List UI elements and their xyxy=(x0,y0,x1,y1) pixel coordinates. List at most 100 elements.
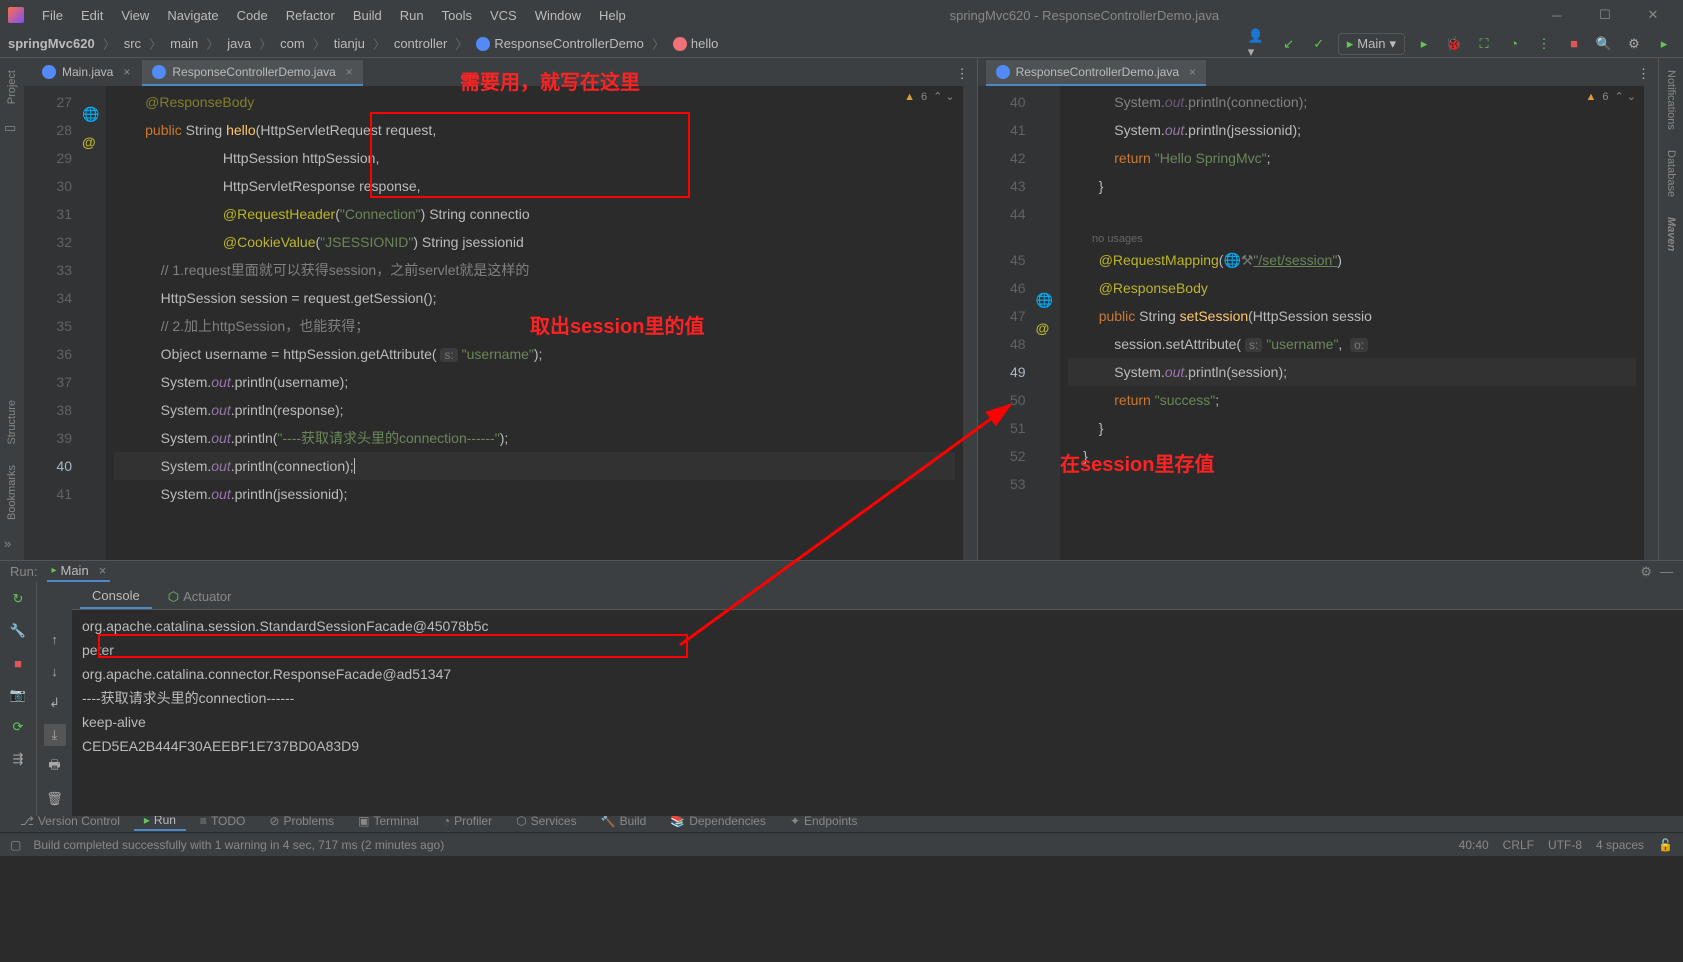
tool-windows-icon[interactable]: ▢ xyxy=(10,838,21,852)
close-icon[interactable]: × xyxy=(123,65,130,79)
readonly-icon[interactable]: 🔓 xyxy=(1658,838,1673,852)
edit-config-button[interactable]: 🔧 xyxy=(7,620,29,642)
scroll-up-button[interactable]: ↑ xyxy=(44,628,66,650)
scroll-to-end-button[interactable]: ⤓ xyxy=(44,724,66,746)
tab-responsecontrollerdemo-r[interactable]: ResponseControllerDemo.java × xyxy=(986,60,1206,86)
sidebar-notifications[interactable]: Notifications xyxy=(1663,66,1679,134)
soft-wrap-button[interactable]: ↲ xyxy=(44,692,66,714)
run-anything-icon[interactable]: ▸ xyxy=(1653,33,1675,55)
scroll-down-button[interactable]: ↓ xyxy=(44,660,66,682)
window-title: springMvc620 - ResponseControllerDemo.ja… xyxy=(634,8,1535,23)
close-icon[interactable]: × xyxy=(346,65,353,79)
menu-help[interactable]: Help xyxy=(591,4,634,27)
sidebar-bookmarks[interactable]: Bookmarks xyxy=(4,461,20,524)
breadcrumb-item[interactable]: springMvc620 xyxy=(8,36,95,51)
tab-label: ResponseControllerDemo.java xyxy=(172,65,335,79)
code-content[interactable]: System.out.println(connection); System.o… xyxy=(1060,86,1644,560)
menu-edit[interactable]: Edit xyxy=(73,4,111,27)
folder-icon[interactable]: ▭ xyxy=(4,120,20,136)
async-icon[interactable]: ⟳ xyxy=(7,716,29,738)
print-button[interactable]: 🖶 xyxy=(44,756,66,778)
vcs-update-icon[interactable]: ↙ xyxy=(1278,33,1300,55)
code-editor-left[interactable]: ▲6 ⌃ ⌄ 272829303132333435363738394041 🌐@… xyxy=(24,86,977,560)
more-button[interactable]: ⋮ xyxy=(1533,33,1555,55)
search-everywhere-icon[interactable]: 🔍 xyxy=(1593,33,1615,55)
scrollbar[interactable] xyxy=(1644,86,1658,560)
line-separator[interactable]: CRLF xyxy=(1503,838,1534,852)
rerun-button[interactable]: ↻ xyxy=(7,588,29,610)
vcs-commit-icon[interactable]: ✓ xyxy=(1308,33,1330,55)
encoding[interactable]: UTF-8 xyxy=(1548,838,1582,852)
breadcrumb-item[interactable]: com xyxy=(280,36,305,51)
profile-button[interactable]: ◔ xyxy=(1503,33,1525,55)
menu-vcs[interactable]: VCS xyxy=(482,4,525,27)
clear-button[interactable]: 🗑 xyxy=(44,788,66,810)
chevron-down-icon: ▾ xyxy=(1389,36,1396,52)
breadcrumb-item[interactable]: java xyxy=(227,36,251,51)
console-tab[interactable]: Console xyxy=(80,584,152,609)
menu-refactor[interactable]: Refactor xyxy=(278,4,343,27)
code-content[interactable]: @ResponseBody public String hello(HttpSe… xyxy=(106,86,963,560)
run-button[interactable]: ▸ xyxy=(1413,33,1435,55)
tabs-menu-icon[interactable]: ⋮ xyxy=(948,62,977,86)
code-editor-right[interactable]: ▲6 ⌃ ⌄ 4041424344454647484950515253 🌐@ S… xyxy=(978,86,1658,560)
tab-main-java[interactable]: Main.java × xyxy=(32,60,140,86)
breadcrumb-item[interactable]: src xyxy=(124,36,141,51)
run-left-toolbar: ↻ 🔧 ■ 📷 ⟳ ⇶ xyxy=(0,582,36,816)
run-configuration[interactable]: ▸ Main ▾ xyxy=(1338,33,1405,55)
menu-navigate[interactable]: Navigate xyxy=(159,4,226,27)
menu-run[interactable]: Run xyxy=(392,4,432,27)
editor-tabs-left: Main.java × ResponseControllerDemo.java … xyxy=(24,58,977,86)
menu-tools[interactable]: Tools xyxy=(434,4,480,27)
breadcrumb-method[interactable]: hello xyxy=(673,36,718,51)
minimize-button[interactable]: ─ xyxy=(1535,1,1579,29)
menu-view[interactable]: View xyxy=(113,4,157,27)
settings-icon[interactable]: ⚙ xyxy=(1623,33,1645,55)
actuator-tab[interactable]: ⬡Actuator xyxy=(156,585,244,609)
breadcrumb-item[interactable]: controller xyxy=(394,36,447,51)
tabs-menu-icon[interactable]: ⋮ xyxy=(1629,62,1658,86)
breadcrumb-item[interactable]: main xyxy=(170,36,198,51)
maximize-button[interactable]: ☐ xyxy=(1583,1,1627,29)
indent[interactable]: 4 spaces xyxy=(1596,838,1644,852)
console-output[interactable]: org.apache.catalina.session.StandardSess… xyxy=(72,610,1683,816)
stop-button[interactable]: ■ xyxy=(7,652,29,674)
tab-responsecontrollerdemo[interactable]: ResponseControllerDemo.java × xyxy=(142,60,362,86)
tab-label: ResponseControllerDemo.java xyxy=(1016,65,1179,79)
user-icon[interactable]: 👤▾ xyxy=(1248,33,1270,55)
breadcrumb-file[interactable]: ResponseControllerDemo xyxy=(476,36,644,51)
tab-label: Main.java xyxy=(62,65,113,79)
status-message: Build completed successfully with 1 warn… xyxy=(33,838,444,852)
settings-icon[interactable]: ⚙ xyxy=(1640,564,1652,580)
titlebar: File Edit View Navigate Code Refactor Bu… xyxy=(0,0,1683,30)
editor-tabs-right: ResponseControllerDemo.java × ⋮ xyxy=(978,58,1658,86)
coverage-button[interactable]: ⛶ xyxy=(1473,33,1495,55)
trace-icon[interactable]: ⇶ xyxy=(7,748,29,770)
menu-build[interactable]: Build xyxy=(345,4,390,27)
menu-window[interactable]: Window xyxy=(527,4,589,27)
sidebar-maven[interactable]: Maven xyxy=(1663,213,1679,255)
run-tool-window: Run: ▸Main× ⚙ — ↻ 🔧 ■ 📷 ⟳ ⇶ ↑ ↓ ↲ ⤓ 🖶 🗑 … xyxy=(0,560,1683,808)
minimize-icon[interactable]: — xyxy=(1660,564,1673,580)
class-icon xyxy=(996,65,1010,79)
sidebar-database[interactable]: Database xyxy=(1663,146,1679,201)
close-icon[interactable]: × xyxy=(99,563,107,578)
camera-icon[interactable]: 📷 xyxy=(7,684,29,706)
scrollbar[interactable] xyxy=(963,86,977,560)
breadcrumb-item[interactable]: tianju xyxy=(334,36,365,51)
app-logo-icon xyxy=(8,7,24,23)
menu-file[interactable]: File xyxy=(34,4,71,27)
stop-button[interactable]: ■ xyxy=(1563,33,1585,55)
sidebar-project[interactable]: Project xyxy=(4,66,20,108)
class-icon xyxy=(152,65,166,79)
close-icon[interactable]: × xyxy=(1189,65,1196,79)
run-icon: ▸ xyxy=(51,565,56,576)
sidebar-structure[interactable]: Structure xyxy=(4,396,20,449)
main-menu: File Edit View Navigate Code Refactor Bu… xyxy=(34,4,634,27)
caret-position[interactable]: 40:40 xyxy=(1459,838,1489,852)
expand-icon[interactable]: » xyxy=(4,536,20,552)
close-button[interactable]: ✕ xyxy=(1631,1,1675,29)
menu-code[interactable]: Code xyxy=(229,4,276,27)
debug-button[interactable]: 🐞 xyxy=(1443,33,1465,55)
run-tab-main[interactable]: ▸Main× xyxy=(47,561,110,582)
